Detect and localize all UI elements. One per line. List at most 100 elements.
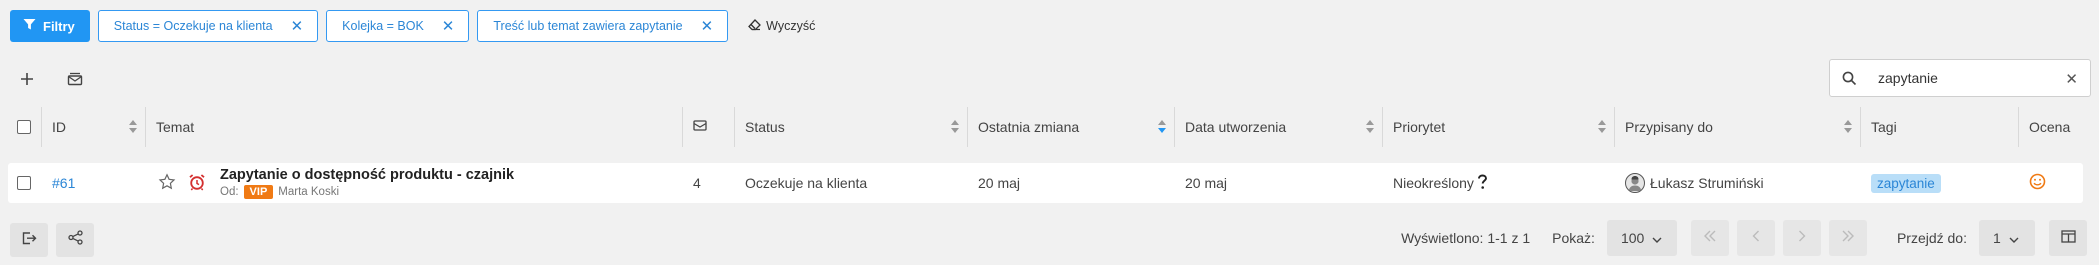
row-status-cell: Oczekuje na klienta xyxy=(735,163,968,203)
question-icon xyxy=(1477,174,1488,193)
avatar xyxy=(1625,173,1645,193)
column-header-label: Temat xyxy=(156,119,195,135)
column-header-label: Ocena xyxy=(2029,119,2071,135)
clear-filters-label: Wyczyść xyxy=(766,19,816,33)
column-header-label: Ostatnia zmiana xyxy=(978,119,1080,135)
double-chevron-left-icon xyxy=(1703,229,1717,247)
column-header-label: Priorytet xyxy=(1393,119,1446,135)
row-select-cell xyxy=(8,163,42,203)
filter-chip-label: Kolejka = BOK xyxy=(342,19,424,33)
vip-badge: VIP xyxy=(243,185,274,199)
column-header-priority[interactable]: Priorytet xyxy=(1383,107,1615,147)
chevron-right-icon xyxy=(1798,229,1806,247)
column-header-last-change[interactable]: Ostatnia zmiana xyxy=(968,107,1175,147)
row-tags-cell: zapytanie xyxy=(1861,163,2019,203)
subject-block: Zapytanie o dostępność produktu - czajni… xyxy=(220,167,514,199)
table-header: ID Temat Status Ostatnia zmiana Data utw… xyxy=(8,107,2083,147)
chevron-down-icon xyxy=(2009,230,2019,246)
ticket-id-link[interactable]: #61 xyxy=(52,175,75,191)
add-icon[interactable] xyxy=(14,66,40,92)
ticket-from: Od: VIP Marta Koski xyxy=(220,185,514,199)
tag-badge[interactable]: zapytanie xyxy=(1871,173,1941,193)
close-icon[interactable]: ✕ xyxy=(442,19,455,34)
clear-search-icon[interactable]: ✕ xyxy=(2065,70,2078,88)
goto-page-select[interactable]: 1 xyxy=(1979,220,2035,256)
filter-bar: Filtry Status = Oczekuje na klienta ✕ Ko… xyxy=(10,10,815,42)
ticket-subject-link[interactable]: Zapytanie o dostępność produktu - czajni… xyxy=(220,167,514,183)
displayed-count: Wyświetlono: 1-1 z 1 xyxy=(1401,230,1531,246)
column-header-status[interactable]: Status xyxy=(735,107,968,147)
filters-button[interactable]: Filtry xyxy=(10,10,90,42)
pager-buttons xyxy=(1690,220,1867,256)
chevron-down-icon xyxy=(1652,230,1662,246)
page-size-select[interactable]: 100 xyxy=(1606,220,1677,256)
row-id-cell: #61 xyxy=(42,163,146,203)
row-priority-cell: Nieokreślony xyxy=(1383,163,1615,203)
last-change-text: 20 maj xyxy=(978,175,1021,191)
column-header-tags[interactable]: Tagi xyxy=(1861,107,2019,147)
column-header-messages[interactable] xyxy=(683,107,735,147)
columns-toggle-button[interactable] xyxy=(2049,220,2087,256)
column-header-label: ID xyxy=(52,119,66,135)
row-rating-cell xyxy=(2019,163,2083,203)
share-button[interactable] xyxy=(56,223,94,257)
assignee-name: Łukasz Strumiński xyxy=(1650,175,1764,191)
first-page-button[interactable] xyxy=(1690,220,1729,256)
row-created-cell: 20 maj xyxy=(1175,163,1383,203)
column-header-label: Przypisany do xyxy=(1625,119,1713,135)
filter-chip-label: Treść lub temat zawiera zapytanie xyxy=(493,19,683,33)
column-header-label: Tagi xyxy=(1871,119,1897,135)
column-header-created[interactable]: Data utworzenia xyxy=(1175,107,1383,147)
row-last-change-cell: 20 maj xyxy=(968,163,1175,203)
filters-button-label: Filtry xyxy=(43,18,75,34)
filter-icon xyxy=(23,18,36,34)
sort-icon[interactable] xyxy=(1598,120,1606,134)
search-box: ✕ xyxy=(1829,59,2091,97)
row-messages-cell: 4 xyxy=(683,163,735,203)
filter-chip-status[interactable]: Status = Oczekuje na klienta ✕ xyxy=(97,10,319,42)
sort-icon[interactable] xyxy=(1844,120,1852,134)
messages-icon xyxy=(693,119,707,135)
from-name: Marta Koski xyxy=(278,186,339,198)
footer-actions xyxy=(10,223,94,257)
last-page-button[interactable] xyxy=(1828,220,1867,256)
row-assigned-cell: Łukasz Strumiński xyxy=(1615,163,1861,203)
sort-icon[interactable] xyxy=(129,120,137,134)
table-row[interactable]: #61 Zapytanie o dostępność produktu - cz… xyxy=(8,163,2083,203)
close-icon[interactable]: ✕ xyxy=(701,19,714,34)
alarm-clock-icon xyxy=(188,173,206,194)
sort-icon[interactable] xyxy=(951,120,959,134)
star-icon[interactable] xyxy=(158,172,176,194)
sort-desc-icon[interactable] xyxy=(1158,120,1166,134)
mail-stack-icon[interactable] xyxy=(62,66,88,92)
message-count: 4 xyxy=(693,175,701,191)
column-header-assigned[interactable]: Przypisany do xyxy=(1615,107,1861,147)
priority-text: Nieokreślony xyxy=(1393,175,1474,191)
column-header-label: Status xyxy=(745,119,785,135)
search-icon xyxy=(1830,71,1868,86)
status-text: Oczekuje na klienta xyxy=(745,175,868,191)
filter-chip-queue[interactable]: Kolejka = BOK ✕ xyxy=(326,10,470,42)
created-text: 20 maj xyxy=(1185,175,1228,191)
select-all-checkbox[interactable] xyxy=(17,120,31,134)
table-toolbar xyxy=(14,66,88,92)
column-header-rating[interactable]: Ocena xyxy=(2019,107,2083,147)
close-icon[interactable]: ✕ xyxy=(291,19,304,34)
export-icon xyxy=(21,230,37,251)
columns-icon xyxy=(2060,230,2076,246)
double-chevron-right-icon xyxy=(1841,229,1855,247)
filter-chip-content[interactable]: Treść lub temat zawiera zapytanie ✕ xyxy=(477,10,729,42)
page-size-label: Pokaż: xyxy=(1552,230,1595,246)
clear-filters-button[interactable]: Wyczyść xyxy=(748,18,816,34)
export-button[interactable] xyxy=(10,223,48,257)
column-header-id[interactable]: ID xyxy=(42,107,146,147)
column-header-subject[interactable]: Temat xyxy=(146,107,683,147)
share-icon xyxy=(67,230,83,250)
next-page-button[interactable] xyxy=(1782,220,1821,256)
row-checkbox[interactable] xyxy=(17,176,31,190)
filter-chip-label: Status = Oczekuje na klienta xyxy=(113,19,273,33)
column-header-label: Data utworzenia xyxy=(1185,119,1287,135)
sort-icon[interactable] xyxy=(1366,120,1374,134)
prev-page-button[interactable] xyxy=(1736,220,1775,256)
search-input[interactable] xyxy=(1878,70,2058,86)
